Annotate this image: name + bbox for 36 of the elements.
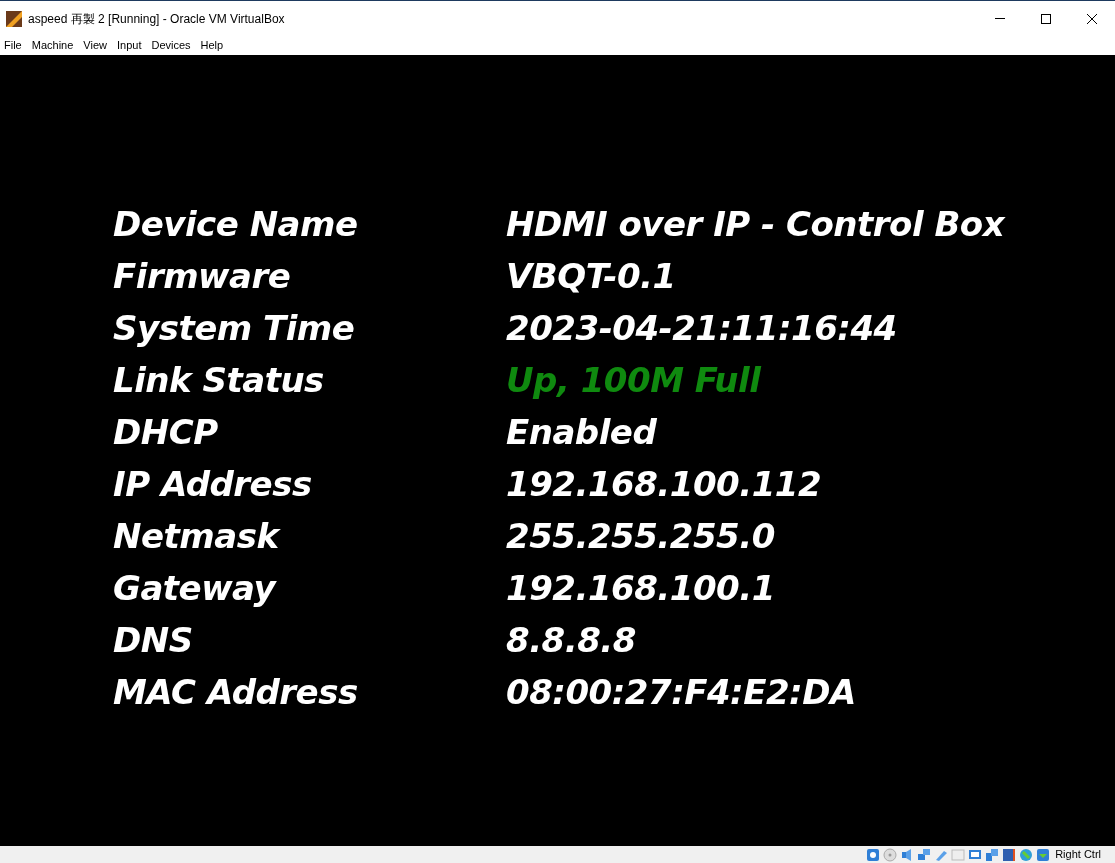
field-label: Netmask bbox=[113, 514, 282, 558]
field-label: MAC Address bbox=[113, 670, 359, 714]
minimize-icon bbox=[995, 18, 1005, 19]
field-value: VBQT-0.1 bbox=[506, 254, 676, 298]
menu-item[interactable]: Help bbox=[200, 37, 224, 54]
host-key-label: Right Ctrl bbox=[1055, 847, 1101, 863]
field-label: Link Status bbox=[113, 358, 325, 402]
download-icon[interactable] bbox=[1036, 847, 1051, 862]
field-value: Enabled bbox=[506, 410, 657, 454]
field-value: 08:00:27:F4:E2:DA bbox=[506, 670, 856, 714]
field-value: 192.168.100.1 bbox=[506, 566, 775, 610]
field-value: 255.255.255.0 bbox=[506, 514, 775, 558]
field-value: 8.8.8.8 bbox=[506, 618, 636, 662]
field-value: 2023-04-21:11:16:44 bbox=[506, 306, 897, 350]
window-title: aspeed 再製 2 [Running] - Oracle VM VirtualBox bbox=[28, 10, 285, 28]
field-label: Gateway bbox=[113, 566, 278, 610]
disc-icon[interactable] bbox=[883, 847, 898, 862]
app-icon bbox=[6, 10, 22, 27]
maximize-icon bbox=[1041, 13, 1051, 24]
menu-item[interactable]: Machine bbox=[31, 37, 74, 54]
field-label: DHCP bbox=[113, 410, 219, 454]
menu-item[interactable]: Input bbox=[116, 37, 142, 54]
field-label: System Time bbox=[113, 306, 356, 350]
field-value: 192.168.100.112 bbox=[506, 462, 822, 506]
network-icon[interactable] bbox=[917, 847, 932, 862]
field-value: Up, 100M Full bbox=[506, 358, 761, 402]
field-value: HDMI over IP - Control Box bbox=[506, 202, 1005, 246]
close-icon bbox=[1087, 13, 1097, 24]
menu-item[interactable]: View bbox=[83, 37, 107, 54]
field-label: Firmware bbox=[113, 254, 292, 298]
field-label: Device Name bbox=[113, 202, 359, 246]
menu-item[interactable]: Devices bbox=[151, 37, 191, 54]
field-label: DNS bbox=[113, 618, 194, 662]
menu-item[interactable]: File bbox=[4, 37, 22, 54]
display-icon[interactable] bbox=[968, 847, 983, 862]
field-label: IP Address bbox=[113, 462, 313, 506]
